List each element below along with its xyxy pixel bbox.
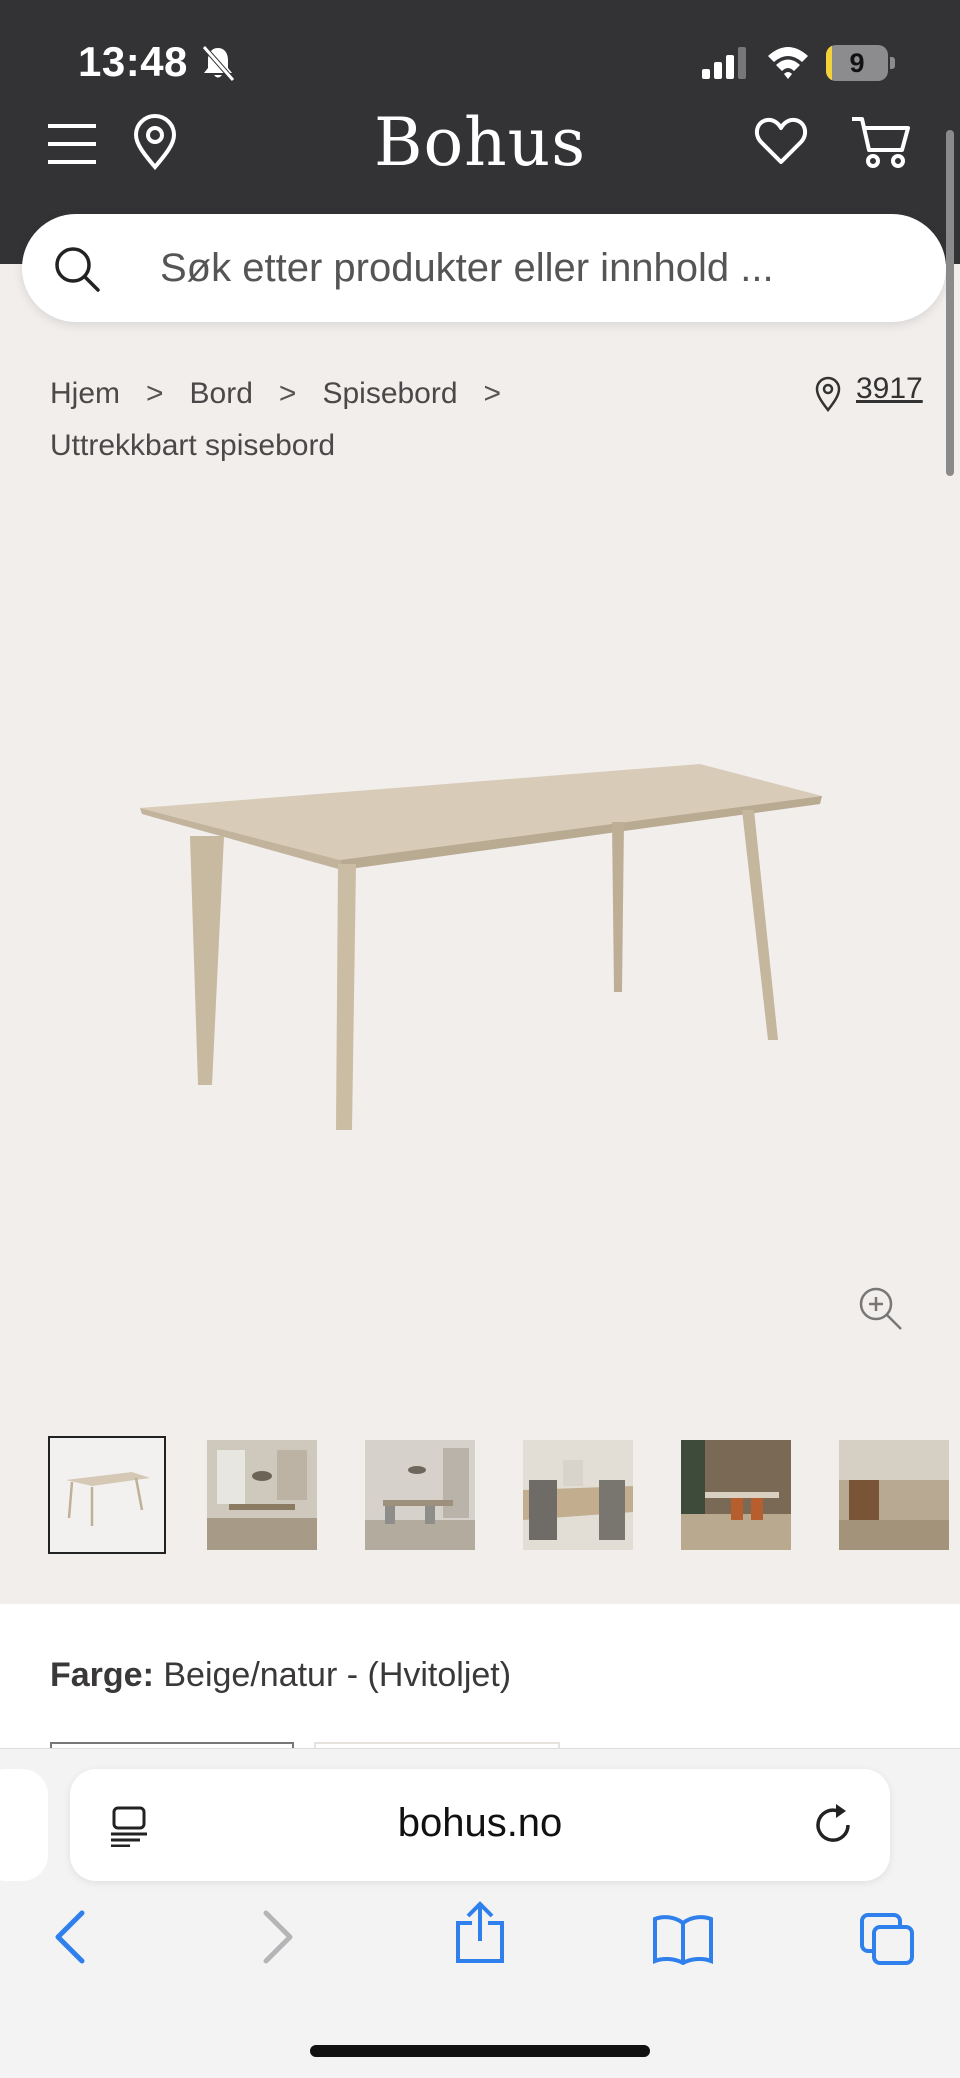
breadcrumb-home[interactable]: Hjem	[50, 368, 120, 420]
chevron-right-icon: >	[483, 377, 502, 410]
breadcrumb-current: Uttrekkbart spisebord	[50, 429, 336, 462]
search-bar[interactable]	[22, 214, 946, 322]
forward-icon[interactable]	[258, 1909, 298, 1965]
dining-room-photo-icon	[365, 1440, 475, 1550]
scrollbar[interactable]	[946, 130, 954, 476]
cart-icon[interactable]	[850, 114, 912, 170]
signal-icon	[702, 47, 746, 79]
location-pin-icon	[815, 376, 841, 412]
table-closeup-photo-icon	[523, 1440, 633, 1550]
dining-room-photo-icon	[207, 1440, 317, 1550]
battery-level: 9	[849, 48, 865, 78]
address-bar[interactable]: bohus.no	[70, 1769, 890, 1881]
breadcrumb-bord[interactable]: Bord	[190, 368, 253, 420]
thumbnail-strip	[48, 1436, 960, 1556]
dining-room-photo-icon	[681, 1440, 791, 1550]
search-icon[interactable]	[52, 244, 102, 294]
dining-room-photo-icon	[839, 1440, 949, 1550]
reload-icon[interactable]	[814, 1803, 856, 1847]
wifi-icon	[768, 47, 808, 79]
page: 13:48 9 Bohus Søk etter produkter eller …	[0, 0, 960, 2078]
previous-tab[interactable]	[0, 1769, 48, 1881]
heart-icon[interactable]	[754, 116, 808, 166]
color-label: Farge:	[50, 1656, 154, 1694]
home-indicator[interactable]	[310, 2045, 650, 2057]
silent-bell-icon	[202, 45, 235, 82]
location-pin-icon[interactable]	[132, 114, 178, 170]
store-number[interactable]: 3917	[856, 372, 923, 406]
zoom-in-icon[interactable]	[856, 1284, 904, 1332]
dining-table-image[interactable]	[120, 740, 840, 1160]
bookmarks-icon[interactable]	[652, 1913, 714, 1965]
reader-icon[interactable]	[108, 1805, 150, 1847]
table-thumbnail-icon	[66, 1472, 150, 1526]
breadcrumb-spisebord[interactable]: Spisebord	[322, 368, 457, 420]
share-icon[interactable]	[454, 1901, 506, 1963]
tabs-icon[interactable]	[858, 1911, 916, 1967]
bohus-logo[interactable]: Bohus	[340, 104, 620, 181]
browser-toolbar: bohus.no	[0, 1748, 960, 2078]
thumbnail[interactable]	[205, 1436, 323, 1554]
thumbnail[interactable]	[363, 1436, 481, 1554]
color-option: Farge: Beige/natur - (Hvitoljet)	[50, 1656, 511, 1695]
status-time: 13:48	[78, 38, 188, 85]
chevron-right-icon: >	[146, 377, 164, 410]
url-text[interactable]: bohus.no	[190, 1801, 770, 1846]
chevron-right-icon: >	[278, 377, 297, 410]
thumbnail[interactable]	[521, 1436, 639, 1554]
battery-icon: 9	[826, 45, 896, 81]
color-value: Beige/natur - (Hvitoljet)	[163, 1656, 512, 1694]
back-icon[interactable]	[50, 1909, 90, 1965]
breadcrumb: Hjem > Bord > Spisebord > Uttrekkbart spisebo…	[50, 368, 790, 472]
thumbnail[interactable]	[837, 1436, 955, 1554]
search-input[interactable]	[160, 236, 900, 300]
thumbnail[interactable]	[679, 1436, 797, 1554]
menu-icon[interactable]	[46, 122, 98, 166]
thumbnail[interactable]	[48, 1436, 166, 1554]
